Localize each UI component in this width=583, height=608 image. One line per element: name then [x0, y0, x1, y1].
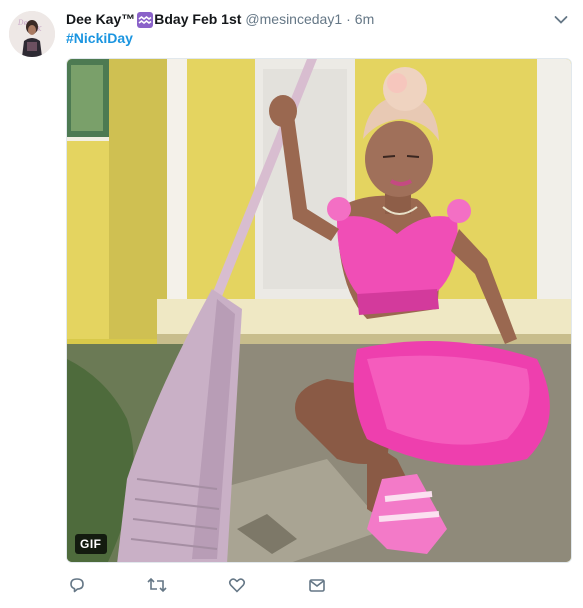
author-display-name-suffix[interactable]: Bday Feb 1st — [154, 11, 241, 27]
avatar[interactable]: Dee K — [9, 11, 55, 57]
author-display-name[interactable]: Dee Kay™ — [66, 11, 135, 27]
tweet-actions — [66, 574, 366, 596]
gif-media[interactable]: GIF — [66, 58, 572, 563]
gif-badge: GIF — [75, 534, 107, 554]
gif-frame — [67, 59, 571, 562]
chevron-down-icon[interactable] — [554, 12, 568, 24]
retweet-icon[interactable] — [146, 574, 168, 596]
direct-message-icon[interactable] — [306, 574, 328, 596]
author-username[interactable]: @mesinceday1 — [245, 11, 342, 27]
aquarius-icon — [137, 12, 154, 28]
avatar-image: Dee K — [9, 11, 55, 57]
tweet-card[interactable]: Dee K Dee Kay™ Bday Feb 1st @mesinceday1… — [0, 0, 583, 608]
like-icon[interactable] — [226, 574, 248, 596]
tweet-timestamp[interactable]: 6m — [355, 11, 374, 27]
hashtag-link[interactable]: #NickiDay — [66, 30, 133, 46]
separator-dot: · — [346, 11, 351, 27]
reply-icon[interactable] — [66, 574, 88, 596]
tweet-header: Dee Kay™ Bday Feb 1st @mesinceday1 · 6m — [66, 9, 553, 29]
